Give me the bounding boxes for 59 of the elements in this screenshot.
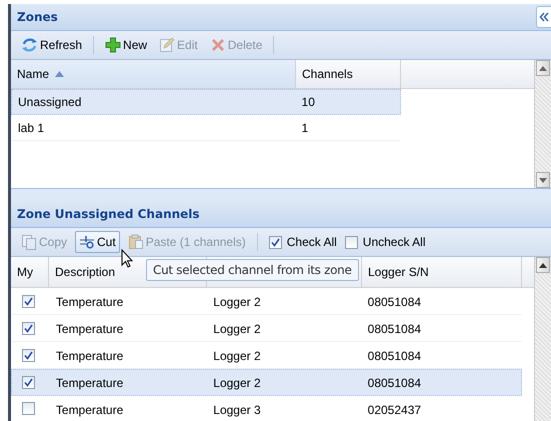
scrollbar[interactable] xyxy=(534,257,551,421)
cut-button[interactable]: Cut xyxy=(75,231,120,253)
column-header[interactable]: Logger S/N xyxy=(368,265,429,279)
table-row[interactable]: Temperature Logger 2 08051084 xyxy=(11,288,522,315)
table-cell-text: Temperature xyxy=(54,322,124,336)
table-cell-text: Temperature xyxy=(54,348,124,362)
table-cell-text: Temperature xyxy=(54,294,124,308)
checkbox[interactable] xyxy=(22,294,35,308)
table-cell-text: Logger 3 xyxy=(212,402,262,416)
checkbox[interactable] xyxy=(22,402,35,414)
checkbox[interactable] xyxy=(22,348,35,362)
column-header[interactable]: Name xyxy=(17,67,50,81)
plus-icon xyxy=(105,37,122,53)
checkbox[interactable] xyxy=(268,236,282,248)
column-header[interactable]: Channels xyxy=(302,67,353,81)
table-cell-text: 08051084 xyxy=(366,376,422,390)
scroll-down-icon[interactable] xyxy=(536,172,550,188)
panel-title: Zones xyxy=(17,10,58,24)
table-cell-text: lab 1 xyxy=(17,121,46,135)
panel-title: Zone Unassigned Channels xyxy=(17,207,200,221)
table-cell-text: Logger 2 xyxy=(212,322,262,336)
table-row[interactable]: Temperature Logger 2 08051084 xyxy=(11,369,522,396)
column-header[interactable]: Description xyxy=(55,265,116,279)
checkbox-label[interactable]: Uncheck All xyxy=(362,235,426,249)
table-cell-text: 08051084 xyxy=(366,322,422,336)
copy-icon xyxy=(21,234,37,250)
edit-icon xyxy=(159,37,176,53)
delete-icon xyxy=(210,37,226,53)
table-cell-text: Unassigned xyxy=(17,95,82,109)
table-cell-text: Logger 2 xyxy=(212,294,262,308)
table-cell-text: Logger 2 xyxy=(212,348,262,362)
cursor-icon xyxy=(121,249,133,268)
column-header[interactable]: My xyxy=(17,265,33,279)
checkbox[interactable] xyxy=(344,236,358,248)
table-row[interactable]: lab 1 1 xyxy=(11,115,401,141)
add-button[interactable]: New xyxy=(101,34,152,56)
scissors-icon xyxy=(79,234,96,250)
table-cell-text: 08051084 xyxy=(366,348,422,362)
collapse-icon[interactable] xyxy=(536,6,551,28)
table-row[interactable]: Temperature Logger 3 02052437 xyxy=(11,396,522,421)
table-cell-text: 02052437 xyxy=(366,402,422,416)
refresh-button[interactable]: Refresh xyxy=(17,34,86,56)
table-cell-text: 1 xyxy=(300,121,310,135)
table-row[interactable]: Temperature Logger 2 08051084 xyxy=(11,315,522,342)
scrollbar[interactable] xyxy=(534,60,551,188)
checkbox[interactable] xyxy=(22,322,35,334)
table-cell-text: 10 xyxy=(300,95,316,109)
scroll-up-icon[interactable] xyxy=(536,257,550,273)
refresh-icon xyxy=(21,37,38,53)
table-cell-text: 08051084 xyxy=(366,294,422,308)
table-row[interactable]: Unassigned 10 xyxy=(11,89,401,115)
paste-icon xyxy=(128,234,144,250)
scroll-up-icon[interactable] xyxy=(536,60,550,76)
table-cell-text: Logger 2 xyxy=(212,376,262,390)
table-cell-text: Temperature xyxy=(54,376,124,390)
tooltip: Cut selected channel from its zone xyxy=(146,259,359,281)
checkbox-label[interactable]: Check All xyxy=(286,235,337,249)
checkbox[interactable] xyxy=(22,376,35,388)
table-cell-text: Temperature xyxy=(54,402,124,416)
